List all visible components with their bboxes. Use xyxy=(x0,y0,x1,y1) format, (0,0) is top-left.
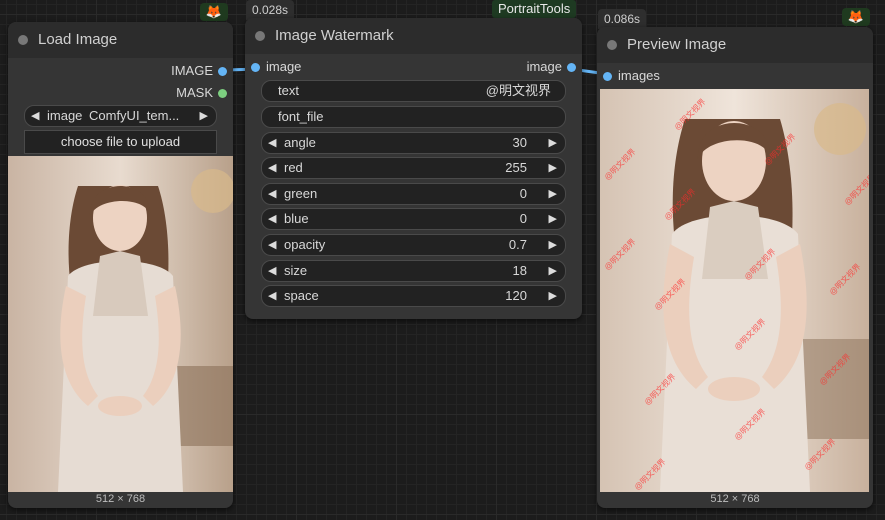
image-dimensions: 512 × 768 xyxy=(710,493,760,505)
widget-label: font_file xyxy=(278,109,324,124)
increment-arrow-icon[interactable]: ▶ xyxy=(549,261,557,281)
widget-label: image xyxy=(47,108,83,123)
fox-icon: 🦊 xyxy=(842,8,870,26)
output-mask-slot[interactable]: MASK xyxy=(113,83,233,103)
node-title: Image Watermark xyxy=(275,27,394,44)
output-label: MASK xyxy=(176,85,213,100)
space-widget[interactable]: ◀ space 120 ▶ xyxy=(261,285,566,307)
node-header[interactable]: Load Image xyxy=(8,22,233,58)
widget-value: 255 xyxy=(505,160,527,175)
upload-button[interactable]: choose file to upload xyxy=(24,130,217,154)
increment-arrow-icon[interactable]: ▶ xyxy=(549,184,557,204)
image-dimensions: 512 × 768 xyxy=(95,493,146,505)
text-widget[interactable]: text @明文视界 xyxy=(261,80,566,102)
output-port-icon[interactable] xyxy=(567,63,576,72)
input-images-slot[interactable]: images xyxy=(597,66,747,86)
decrement-arrow-icon[interactable]: ◀ xyxy=(268,158,276,178)
collapse-dot-icon[interactable] xyxy=(255,31,265,41)
node-pack-tag: PortraitTools xyxy=(492,0,577,18)
input-port-icon[interactable] xyxy=(251,63,260,72)
widget-value: 0 xyxy=(519,211,527,226)
output-image-slot[interactable]: IMAGE xyxy=(113,61,233,81)
widget-value: 120 xyxy=(505,288,527,303)
increment-arrow-icon[interactable]: ▶ xyxy=(549,209,557,229)
widget-label: opacity xyxy=(284,237,326,252)
output-port-icon[interactable] xyxy=(218,67,227,76)
output-label: IMAGE xyxy=(171,63,213,78)
input-port-icon[interactable] xyxy=(603,72,612,81)
widget-value: @明文视界 xyxy=(485,83,551,98)
node-title: Preview Image xyxy=(627,36,727,53)
widget-label: blue xyxy=(284,211,309,226)
preview-image-node[interactable]: Preview Image images @明文视界 @明文视界 @明文视界 @… xyxy=(597,27,873,508)
arrow-right-icon[interactable]: ▶ xyxy=(200,106,208,126)
input-label: image xyxy=(266,59,302,74)
image-watermark-node[interactable]: Image Watermark image image text @明文视界 f… xyxy=(245,18,582,319)
widget-label: text xyxy=(278,83,299,98)
fox-icon: 🦊 xyxy=(200,3,228,21)
node-title: Load Image xyxy=(38,31,118,48)
node-header[interactable]: Image Watermark xyxy=(245,18,582,54)
input-label: images xyxy=(618,68,660,83)
image-combo-widget[interactable]: ◀ image ComfyUI_tem... ▶ xyxy=(24,105,217,127)
widget-label: green xyxy=(284,186,318,201)
blue-widget[interactable]: ◀ blue 0 ▶ xyxy=(261,208,566,230)
widget-label: angle xyxy=(284,135,316,150)
increment-arrow-icon[interactable]: ▶ xyxy=(549,235,557,255)
widget-value: ComfyUI_tem... xyxy=(89,108,180,123)
widget-label: space xyxy=(284,288,319,303)
collapse-dot-icon[interactable] xyxy=(607,40,617,50)
output-image-slot[interactable]: image xyxy=(432,57,582,77)
loaded-image xyxy=(8,156,233,492)
increment-arrow-icon[interactable]: ▶ xyxy=(549,286,557,306)
widget-label: red xyxy=(284,160,303,175)
decrement-arrow-icon[interactable]: ◀ xyxy=(268,286,276,306)
load-image-node[interactable]: Load Image IMAGE MASK ◀ image ComfyUI_te… xyxy=(8,22,233,508)
execution-time: 0.028s xyxy=(246,0,295,20)
decrement-arrow-icon[interactable]: ◀ xyxy=(268,133,276,153)
input-image-slot[interactable]: image xyxy=(245,57,395,77)
preview-image: @明文视界 @明文视界 @明文视界 @明文视界 @明文视界 @明文视界 @明文视… xyxy=(600,89,869,492)
widget-value: 0.7 xyxy=(508,237,527,252)
font-file-widget[interactable]: font_file xyxy=(261,106,566,128)
increment-arrow-icon[interactable]: ▶ xyxy=(549,133,557,153)
size-widget[interactable]: ◀ size 18 ▶ xyxy=(261,260,566,282)
widget-value: 18 xyxy=(512,263,527,278)
increment-arrow-icon[interactable]: ▶ xyxy=(549,158,557,178)
arrow-left-icon[interactable]: ◀ xyxy=(31,106,39,126)
decrement-arrow-icon[interactable]: ◀ xyxy=(268,184,276,204)
decrement-arrow-icon[interactable]: ◀ xyxy=(268,261,276,281)
execution-time: 0.086s xyxy=(598,9,647,29)
widget-value: 0 xyxy=(519,186,527,201)
opacity-widget[interactable]: ◀ opacity 0.7 ▶ xyxy=(261,234,566,256)
decrement-arrow-icon[interactable]: ◀ xyxy=(268,235,276,255)
green-widget[interactable]: ◀ green 0 ▶ xyxy=(261,183,566,205)
widget-label: size xyxy=(284,263,308,278)
decrement-arrow-icon[interactable]: ◀ xyxy=(268,209,276,229)
output-port-icon[interactable] xyxy=(218,89,227,98)
widget-value: 30 xyxy=(512,135,527,150)
collapse-dot-icon[interactable] xyxy=(18,35,28,45)
red-widget[interactable]: ◀ red 255 ▶ xyxy=(261,157,566,179)
node-header[interactable]: Preview Image xyxy=(597,27,873,63)
angle-widget[interactable]: ◀ angle 30 ▶ xyxy=(261,132,566,154)
output-label: image xyxy=(526,59,562,74)
